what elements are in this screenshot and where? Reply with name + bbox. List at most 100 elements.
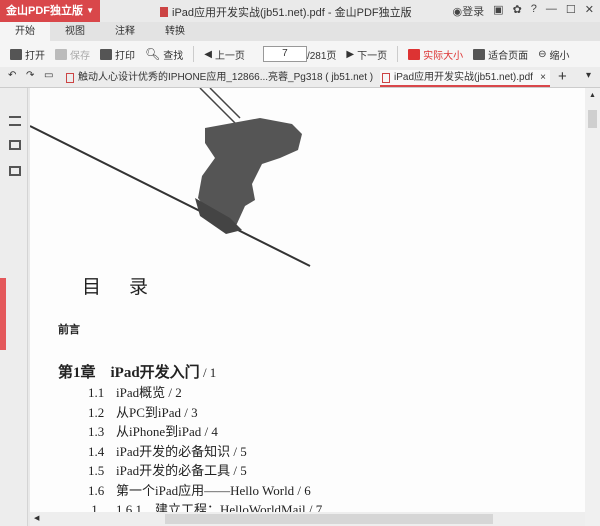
document-tabs: ↶ ↷ ▭ 触动人心设计优秀的IPHONE应用_12866...亮蓉_Pg318…	[0, 67, 600, 99]
print-label: 打印	[115, 50, 135, 62]
toc-title: iPad开发的必备知识 / 5	[116, 443, 247, 459]
save-label: 保存	[70, 50, 90, 62]
save-icon[interactable]: ▭	[44, 70, 53, 81]
tab-annotate[interactable]: 注释	[100, 22, 150, 41]
pdf-icon	[160, 7, 168, 17]
toc-number: 1.1	[88, 385, 105, 400]
print-button[interactable]: 打印	[100, 47, 135, 62]
attachments-icon[interactable]	[9, 166, 21, 176]
new-tab-icon[interactable]: +	[558, 68, 567, 85]
toc-item[interactable]: 1.1 iPad概览 / 2	[88, 382, 182, 401]
toc-title: iPad开发的必备工具 / 5	[116, 463, 247, 478]
toc-title: 1.6.1 建立工程：HelloWorldMail / 7	[116, 502, 323, 512]
toc-title: iPad概览 / 2	[116, 385, 182, 400]
doc-tab[interactable]: 触动人心设计优秀的IPHONE应用_12866...亮蓉_Pg318 ( jb5…	[64, 70, 376, 99]
zoom-out-button[interactable]: ⊖ 缩小	[538, 47, 569, 62]
outline-icon[interactable]	[9, 116, 21, 126]
save-button[interactable]: 保存	[55, 47, 90, 62]
actual-size-button[interactable]: 实际大小	[408, 47, 463, 62]
maximize-button[interactable]: ☐	[566, 3, 576, 19]
toc-item[interactable]: 1.3 从iPhone到iPad / 4	[88, 421, 218, 440]
window-title: iPad应用开发实战(jb51.net).pdf - 金山PDF独立版	[160, 4, 412, 20]
find-button[interactable]: 🔍︎ 查找	[145, 47, 183, 62]
open-label: 打开	[25, 50, 45, 62]
toc-title: 从iPhone到iPad / 4	[116, 424, 218, 439]
open-button[interactable]: 打开	[10, 47, 45, 62]
fit-page-button[interactable]: 适合页面	[473, 47, 528, 62]
arrow-right-icon: ▶	[346, 48, 355, 60]
close-icon[interactable]: ×	[540, 70, 546, 86]
toc-item[interactable]: 1.5 iPad开发的必备工具 / 5	[88, 460, 247, 479]
scrollbar-thumb[interactable]	[165, 514, 493, 524]
tab-view[interactable]: 视图	[50, 22, 100, 41]
app-menu-button[interactable]: 金山PDF独立版 ▼	[0, 0, 100, 22]
find-label: 查找	[163, 50, 184, 62]
login-button[interactable]: ◉登录	[453, 3, 485, 19]
toc-number: 1.2	[88, 404, 105, 420]
toc-preface: 前言	[58, 324, 80, 336]
zoom-out-label: 缩小	[549, 50, 570, 62]
toc-chapter: 第1章 iPad开发入门 / 1	[58, 361, 216, 382]
save-icon	[55, 48, 67, 60]
next-page-button[interactable]: ▶ 下一页	[346, 47, 387, 62]
ribbon-tabs: 开始 视图 注释 转换	[0, 22, 600, 41]
window-title-text: iPad应用开发实战(jb51.net).pdf - 金山PDF独立版	[172, 7, 412, 19]
skin-icon[interactable]: ▣	[493, 3, 503, 19]
vertical-scrollbar[interactable]: ▲	[585, 88, 600, 526]
prev-label: 上一页	[214, 50, 245, 62]
toc-number: 1.5	[88, 463, 105, 478]
doc-tab-active[interactable]: iPad应用开发实战(jb51.net).pdf ×	[380, 70, 550, 87]
app-logo: 金山PDF独立版	[6, 5, 83, 17]
tab-convert[interactable]: 转换	[150, 22, 200, 41]
search-icon: 🔍︎	[145, 47, 161, 61]
toolbar: 打开 保存 打印 🔍︎ 查找 ◀ 上一页 7 /281页 ▶ 下一页 实际大小 适合页…	[0, 41, 600, 67]
prev-page-button[interactable]: ◀ 上一页	[204, 47, 245, 62]
doc-tab-label: iPad应用开发实战(jb51.net).pdf	[394, 72, 533, 83]
page-number-input[interactable]: 7	[262, 46, 307, 62]
next-label: 下一页	[357, 50, 388, 62]
toc-item[interactable]: .1 1.6.1 建立工程：HelloWorldMail / 7	[88, 499, 322, 512]
actual-size-icon	[408, 48, 421, 60]
divider	[397, 46, 399, 62]
toc-item[interactable]: 1.2 从PC到iPad / 3	[88, 402, 198, 421]
toc-item[interactable]: 1.4 iPad开发的必备知识 / 5	[88, 441, 247, 460]
printer-icon	[100, 48, 112, 60]
sidebar-collapse-handle[interactable]	[0, 278, 6, 350]
folder-icon	[10, 48, 22, 60]
minimize-button[interactable]: —	[546, 3, 557, 19]
login-label: 登录	[462, 6, 485, 18]
toc-title: 从PC到iPad / 3	[116, 404, 198, 420]
redo-icon[interactable]: ↷	[26, 70, 34, 81]
pdf-icon	[66, 73, 74, 83]
title-bar: 金山PDF独立版 ▼ iPad应用开发实战(jb51.net).pdf - 金山P…	[0, 0, 600, 22]
scroll-left-icon[interactable]: ◀	[34, 514, 39, 522]
toc-number: 1.4	[88, 443, 105, 459]
actual-size-label: 实际大小	[423, 50, 464, 62]
help-button[interactable]: ?	[531, 3, 537, 19]
toc-title: 第一个iPad应用——Hello World / 6	[116, 482, 311, 498]
thumbnails-icon[interactable]	[9, 140, 21, 150]
divider	[193, 46, 195, 62]
tab-start[interactable]: 开始	[0, 22, 50, 41]
close-button[interactable]: ✕	[585, 3, 594, 19]
chapter-title: 第1章 iPad开发入门	[58, 365, 200, 381]
scrollbar-thumb[interactable]	[588, 110, 597, 128]
toc-number: 1.3	[88, 424, 105, 439]
horizontal-scrollbar[interactable]: ◀	[30, 512, 585, 526]
toc-heading: 目录	[82, 277, 177, 298]
zoom-out-icon: ⊖	[538, 48, 547, 60]
skier-illustration	[30, 88, 311, 267]
arrow-left-icon: ◀	[204, 48, 212, 60]
chapter-page: / 1	[199, 365, 217, 380]
settings-icon[interactable]: ✿	[513, 3, 522, 19]
pdf-icon	[382, 73, 390, 83]
toc-number: .1	[88, 502, 98, 512]
undo-icon[interactable]: ↶	[8, 70, 16, 81]
scroll-up-icon[interactable]: ▲	[589, 92, 596, 99]
tab-menu-icon[interactable]: ▾	[586, 70, 591, 81]
fit-page-icon	[473, 48, 486, 60]
toc-item[interactable]: 1.6 第一个iPad应用——Hello World / 6	[88, 480, 311, 499]
chevron-down-icon: ▼	[86, 6, 94, 15]
fit-page-label: 适合页面	[488, 50, 529, 62]
pdf-page: 目录 前言 第1章 iPad开发入门 / 1 1.1 iPad概览 / 2 1.2 从…	[30, 88, 585, 512]
